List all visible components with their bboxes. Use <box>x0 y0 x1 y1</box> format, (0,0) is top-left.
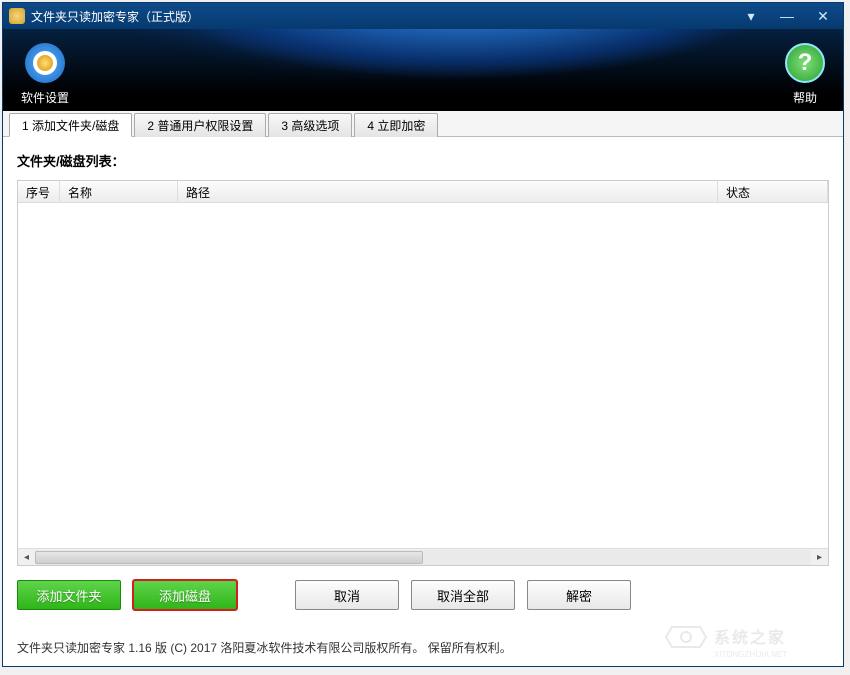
scroll-track[interactable] <box>35 550 811 565</box>
close-icon[interactable]: ✕ <box>809 8 837 24</box>
window-title: 文件夹只读加密专家（正式版） <box>31 8 199 25</box>
scroll-right-icon[interactable]: ▸ <box>811 550 828 565</box>
cancel-all-button[interactable]: 取消全部 <box>411 580 515 610</box>
horizontal-scrollbar[interactable]: ◂ ▸ <box>18 548 828 565</box>
minimize-icon[interactable]: — <box>773 8 801 24</box>
banner-background <box>3 29 843 111</box>
decrypt-button[interactable]: 解密 <box>527 580 631 610</box>
dropdown-icon[interactable]: ▾ <box>737 8 765 24</box>
list-label: 文件夹/磁盘列表： <box>17 151 829 170</box>
button-row: 添加文件夹 添加磁盘 取消 取消全部 解密 <box>17 580 829 610</box>
col-status[interactable]: 状态 <box>718 181 828 202</box>
settings-button[interactable]: 软件设置 <box>21 43 69 106</box>
folder-disk-table: 序号 名称 路径 状态 ◂ ▸ <box>17 180 829 566</box>
col-path[interactable]: 路径 <box>178 181 718 202</box>
col-seq[interactable]: 序号 <box>18 181 60 202</box>
window-controls: ▾ — ✕ <box>737 8 837 24</box>
scroll-left-icon[interactable]: ◂ <box>18 550 35 565</box>
scroll-thumb[interactable] <box>35 551 423 564</box>
app-window: 文件夹只读加密专家（正式版） ▾ — ✕ 软件设置 ? 帮助 1 添加文件夹/磁… <box>2 2 844 667</box>
settings-label: 软件设置 <box>21 91 69 105</box>
help-button[interactable]: ? 帮助 <box>785 43 825 106</box>
banner: 软件设置 ? 帮助 <box>3 29 843 111</box>
tab-advanced-options[interactable]: 3 高级选项 <box>268 113 352 137</box>
gear-icon <box>25 43 65 83</box>
footer-copyright: 文件夹只读加密专家 1.16 版 (C) 2017 洛阳夏冰软件技术有限公司版权… <box>17 639 512 656</box>
titlebar[interactable]: 文件夹只读加密专家（正式版） ▾ — ✕ <box>3 3 843 29</box>
tab-user-permissions[interactable]: 2 普通用户权限设置 <box>134 113 266 137</box>
tabbar: 1 添加文件夹/磁盘 2 普通用户权限设置 3 高级选项 4 立即加密 <box>3 111 843 137</box>
watermark: 系统之家 XITONGZHIJIA.NET <box>662 619 842 669</box>
tab-encrypt-now[interactable]: 4 立即加密 <box>354 113 438 137</box>
svg-text:XITONGZHIJIA.NET: XITONGZHIJIA.NET <box>714 650 787 659</box>
app-icon <box>9 8 25 24</box>
table-body[interactable] <box>18 203 828 548</box>
table-header: 序号 名称 路径 状态 <box>18 181 828 203</box>
col-name[interactable]: 名称 <box>60 181 178 202</box>
add-disk-button[interactable]: 添加磁盘 <box>133 580 237 610</box>
content-area: 文件夹/磁盘列表： 序号 名称 路径 状态 ◂ ▸ 添加文件夹 添加磁盘 取消 <box>3 137 843 620</box>
help-label: 帮助 <box>793 91 817 105</box>
add-folder-button[interactable]: 添加文件夹 <box>17 580 121 610</box>
svg-text:系统之家: 系统之家 <box>714 628 786 647</box>
cancel-button[interactable]: 取消 <box>295 580 399 610</box>
tab-add-folder-disk[interactable]: 1 添加文件夹/磁盘 <box>9 113 132 137</box>
help-icon: ? <box>785 43 825 83</box>
